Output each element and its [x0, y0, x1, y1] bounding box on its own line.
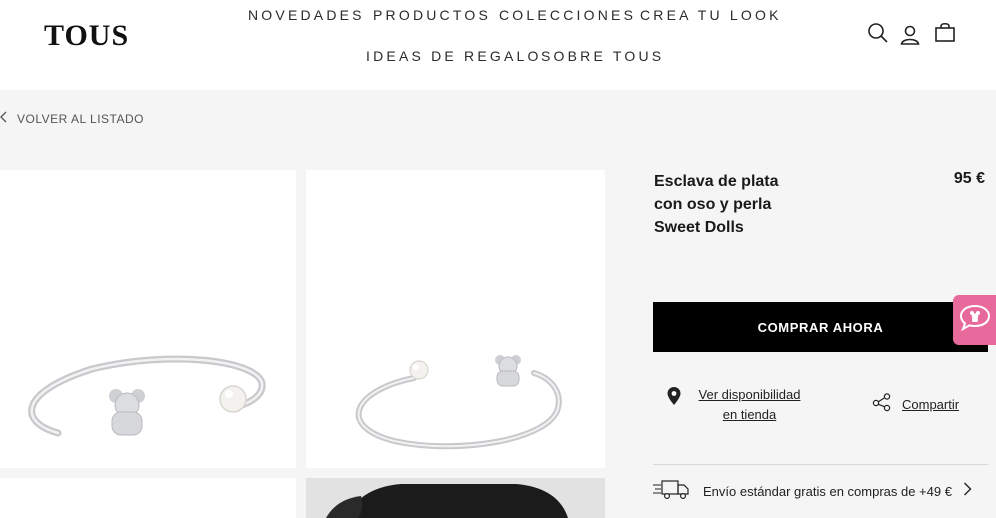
- shipping-info[interactable]: Envío estándar gratis en compras de +49 …: [653, 478, 988, 504]
- product-image-3[interactable]: [0, 478, 296, 518]
- product-image-4[interactable]: [306, 478, 605, 518]
- bag-icon[interactable]: [933, 21, 957, 45]
- back-to-list-link[interactable]: VOLVER AL LISTADO: [0, 111, 144, 127]
- product-image-2[interactable]: [306, 170, 605, 468]
- search-icon[interactable]: [866, 21, 890, 45]
- product-title-line: Sweet Dolls: [654, 219, 744, 236]
- site-header: TOUS NOVEDADES PRODUCTOS COLECCIONES CRE…: [0, 0, 996, 90]
- divider: [653, 464, 988, 465]
- share-label: Compartir: [902, 397, 960, 412]
- product-title: Esclava de plata con oso y perla Sweet D…: [654, 170, 824, 239]
- product-title-line: Esclava de plata: [654, 173, 779, 190]
- chat-button[interactable]: [953, 295, 996, 345]
- share-link[interactable]: Compartir: [872, 392, 959, 417]
- bracelet-back-image: [355, 355, 562, 450]
- bear-charm: [109, 389, 145, 436]
- nav-ideas-de-regalo[interactable]: IDEAS DE REGALO: [366, 48, 542, 64]
- user-icon[interactable]: [898, 23, 922, 47]
- store-availability-line: en tienda: [722, 407, 777, 422]
- shipping-text: Envío estándar gratis en compras de +49 …: [703, 483, 952, 499]
- nav-crea-tu-look[interactable]: CREA TU LOOK: [640, 7, 782, 23]
- product-price: 95 €: [953, 170, 985, 187]
- chevron-left-icon: [0, 110, 8, 128]
- bear-charm: [495, 355, 521, 387]
- back-link-label: VOLVER AL LISTADO: [17, 112, 144, 126]
- nav-novedades[interactable]: NOVEDADES: [248, 7, 365, 23]
- delivery-truck-icon: [653, 478, 689, 505]
- product-title-line: con oso y perla: [654, 196, 772, 213]
- product-image-1[interactable]: [0, 170, 296, 468]
- model-photo: [306, 478, 605, 518]
- share-icon: [872, 392, 892, 417]
- store-availability-link[interactable]: Ver disponibilidad en tienda: [666, 385, 807, 425]
- nav-colecciones[interactable]: COLECCIONES: [499, 7, 636, 23]
- bracelet-front-image: [28, 355, 266, 437]
- chat-bubble-icon: [959, 303, 991, 338]
- chevron-right-icon: [963, 482, 972, 501]
- logo[interactable]: TOUS: [44, 19, 129, 53]
- location-pin-icon: [666, 386, 682, 411]
- nav-sobre-tous[interactable]: SOBRE TOUS: [541, 48, 664, 64]
- store-availability-line: Ver disponibilidad: [698, 387, 801, 402]
- nav-productos[interactable]: PRODUCTOS: [373, 7, 491, 23]
- buy-now-button[interactable]: COMPRAR AHORA: [653, 302, 988, 352]
